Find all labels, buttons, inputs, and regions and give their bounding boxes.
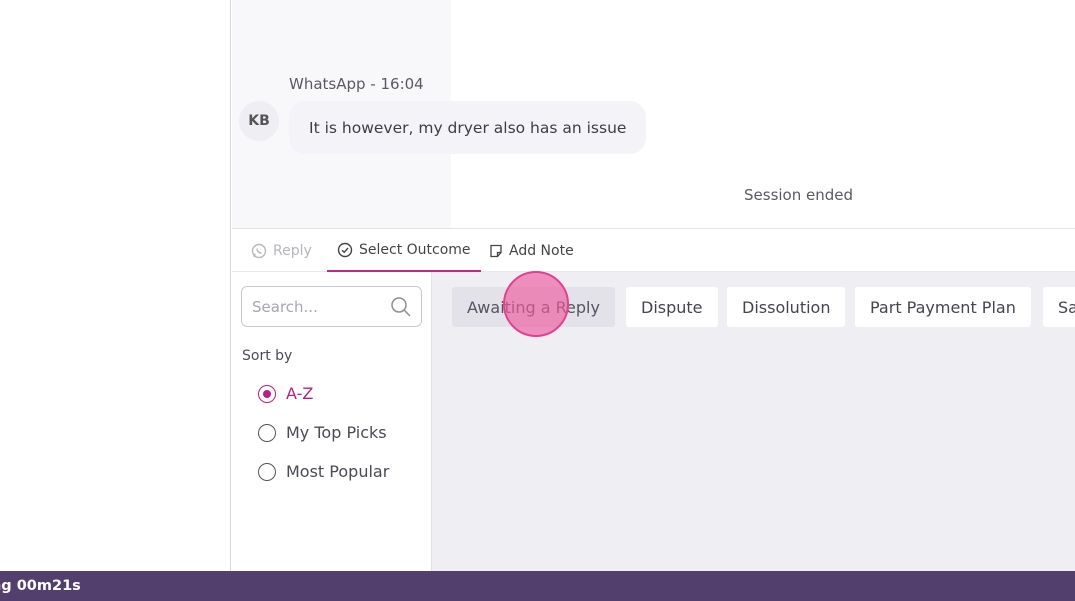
check-circle-icon — [337, 242, 353, 258]
outcome-truncated[interactable]: Sa — [1043, 287, 1075, 327]
tab-select-outcome[interactable]: Select Outcome — [327, 229, 481, 272]
tab-reply[interactable]: Reply — [251, 229, 312, 272]
tab-add-note-label: Add Note — [509, 242, 574, 259]
outcome-filter-panel: Sort by A-Z My Top Picks Most Popular — [232, 272, 432, 571]
search-box — [241, 286, 422, 327]
tab-select-outcome-label: Select Outcome — [359, 241, 471, 258]
outcome-part-payment-plan[interactable]: Part Payment Plan — [855, 287, 1031, 327]
radio-a-z[interactable] — [258, 384, 276, 403]
left-panel — [0, 0, 231, 571]
outcome-awaiting-a-reply[interactable]: Awaiting a Reply — [452, 287, 615, 327]
outcome-dispute[interactable]: Dispute — [626, 287, 718, 327]
message-meta: WhatsApp - 16:04 — [289, 75, 424, 93]
session-status: Session ended — [744, 186, 854, 204]
sort-option-label: My Top Picks — [286, 423, 387, 442]
sort-option-most-popular[interactable]: Most Popular — [258, 462, 389, 481]
search-icon[interactable] — [390, 296, 412, 322]
customer-message-bubble: It is however, my dryer also has an issu… — [289, 101, 647, 154]
avatar: KB — [239, 101, 279, 141]
tab-add-note[interactable]: Add Note — [489, 229, 574, 272]
radio-my-top-picks[interactable] — [258, 423, 276, 442]
sort-option-label: Most Popular — [286, 462, 390, 481]
outcome-list: Awaiting a Reply Dispute Dissolution Par… — [432, 272, 1075, 571]
sort-option-a-z[interactable]: A-Z — [258, 384, 313, 403]
sort-by-label: Sort by — [242, 348, 293, 364]
tab-reply-label: Reply — [273, 242, 312, 259]
note-icon — [489, 244, 503, 258]
sort-option-label: A-Z — [286, 384, 314, 403]
search-input[interactable] — [252, 297, 382, 316]
app-root: WhatsApp - 16:04 KB It is however, my dr… — [0, 0, 1075, 601]
status-bar: ing 00m21s — [0, 571, 1075, 601]
radio-most-popular[interactable] — [258, 462, 276, 481]
status-bar-text: ing 00m21s — [0, 578, 81, 594]
outcome-dissolution[interactable]: Dissolution — [727, 287, 846, 327]
whatsapp-icon — [251, 243, 267, 259]
sort-option-my-top-picks[interactable]: My Top Picks — [258, 423, 387, 442]
compose-toolbar: Reply Select Outcome Add Note — [232, 228, 1075, 272]
